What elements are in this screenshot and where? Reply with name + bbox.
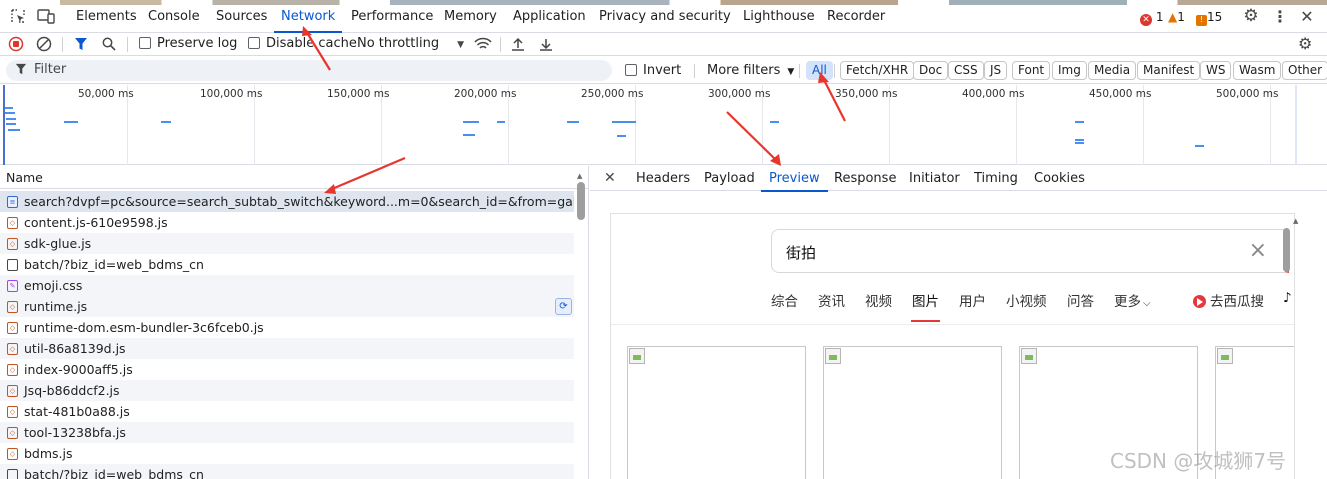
annotation-arrows: [302, 26, 846, 194]
arrow-to-search-request: [324, 156, 406, 194]
arrow-to-preview-tab: [726, 111, 781, 166]
watermark-text: CSDN @攻城狮7号: [1110, 449, 1287, 473]
arrow-to-all-chip: [818, 72, 846, 122]
arrow-to-network-tab: [302, 26, 331, 71]
